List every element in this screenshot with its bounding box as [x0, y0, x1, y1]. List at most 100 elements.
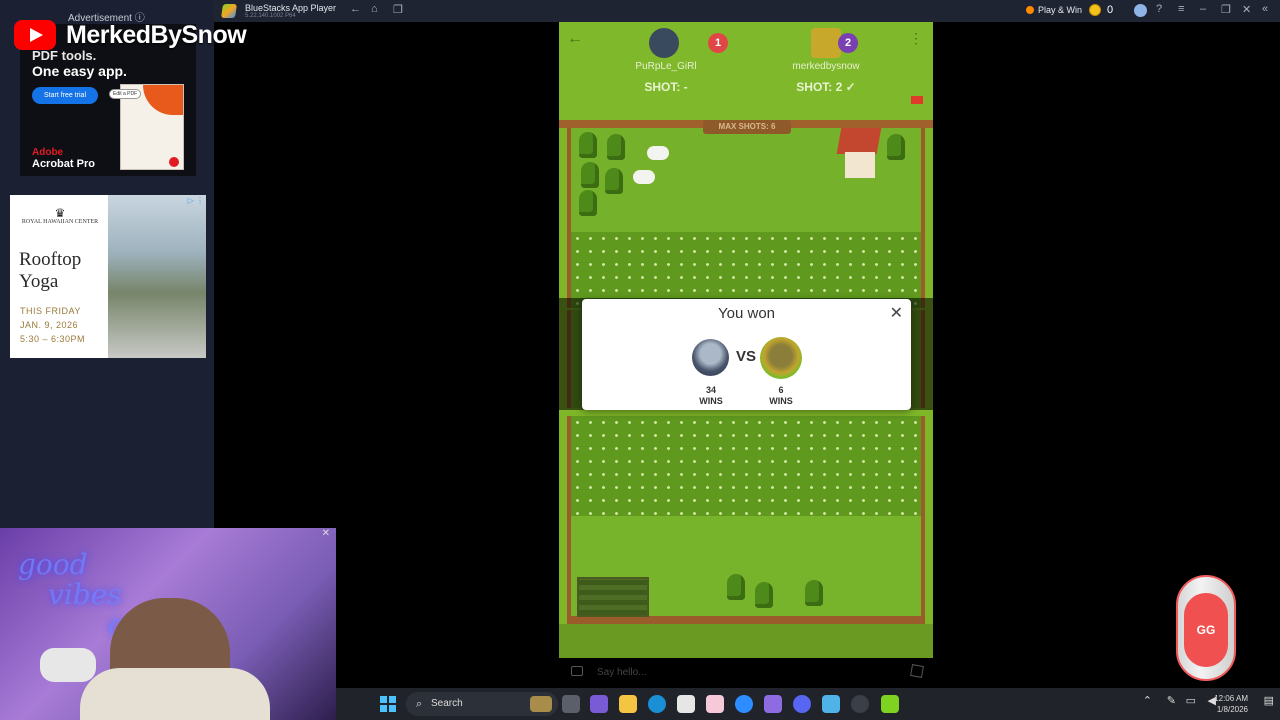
bluestacks-icon: [221, 4, 237, 18]
channel-name: MerkedBySnow: [66, 20, 247, 49]
player2-name: merkedbysnow: [792, 61, 860, 72]
acrobat-pro-label: Acrobat Pro: [32, 158, 95, 170]
tree: [887, 134, 905, 160]
yoga-photo: [108, 195, 206, 358]
player1-shot: SHOT: -: [644, 80, 688, 94]
close-icon[interactable]: ✕: [322, 528, 330, 539]
player1-name: PuRpLe_GiRl: [635, 61, 697, 72]
restore-icon[interactable]: ❐: [1221, 3, 1231, 16]
tree: [805, 580, 823, 606]
app-icon[interactable]: [706, 695, 724, 713]
sheep: [633, 170, 655, 184]
windmill-house: [836, 128, 882, 180]
adobe-label: Adobe: [32, 147, 64, 158]
tree: [581, 162, 599, 188]
teams-icon[interactable]: [590, 695, 608, 713]
player2-avatar: [811, 28, 841, 58]
crop-field-bottom: [567, 416, 925, 516]
player2-result-avatar: [760, 337, 802, 379]
back-icon[interactable]: ←: [350, 3, 361, 15]
store-icon[interactable]: [677, 695, 695, 713]
yoga-date: THIS FRIDAY JAN. 9, 2026 5:30 – 6:30PM: [20, 306, 86, 344]
player1-badge: 1: [708, 33, 728, 53]
tree: [579, 190, 597, 216]
close-window-icon[interactable]: ✕: [1242, 3, 1251, 16]
bluestacks-taskbar-icon[interactable]: [881, 695, 899, 713]
tile-grid: [577, 577, 649, 617]
start-free-trial-button[interactable]: Start free trial: [32, 87, 98, 104]
tree: [605, 168, 623, 194]
adchoices-icon[interactable]: ▷ ⋮: [188, 196, 204, 205]
vs-label: VS: [736, 348, 757, 365]
yoga-ad[interactable]: ♛ ROYAL HAWAIIAN CENTER Rooftop Yoga THI…: [10, 195, 206, 358]
discord-icon[interactable]: [793, 695, 811, 713]
acrobat-headline: PDF tools. One easy app.: [32, 48, 127, 79]
search-icon: ⌕: [416, 698, 423, 710]
chat-input[interactable]: Say hello...: [597, 667, 646, 678]
profile-avatar[interactable]: [1134, 4, 1147, 17]
left-ad-panel: Advertisement ⓘ PDF tools. One easy app.…: [0, 0, 214, 528]
result-title: You won: [718, 305, 775, 322]
close-icon[interactable]: ✕: [890, 303, 903, 323]
player1-wins: 34 WINS: [699, 385, 723, 406]
notepad-icon[interactable]: [822, 695, 840, 713]
notifications-icon[interactable]: ▤: [1264, 694, 1274, 707]
play-win-button[interactable]: Play & Win: [1026, 5, 1082, 15]
chat-icon[interactable]: [571, 666, 583, 676]
recent-apps-icon[interactable]: ❐: [393, 3, 403, 16]
show-hidden-icons-icon[interactable]: ⌃: [1143, 694, 1152, 707]
home-icon[interactable]: ⌂: [371, 3, 378, 15]
flag-icon: [911, 96, 923, 104]
more-options-icon[interactable]: ⋮: [909, 30, 923, 47]
file-explorer-icon[interactable]: [619, 695, 637, 713]
edit-pdf-label: Edit a PDF: [109, 89, 142, 99]
app-name: BlueStacks App Player: [245, 3, 337, 13]
settings-icon[interactable]: [764, 695, 782, 713]
windows-taskbar: ⌕ Search ⌃ ✎ ▭ ◀ 12:06 AM 1/8/2026 ▤: [336, 688, 1280, 720]
bluetooth-icon[interactable]: ✎: [1167, 694, 1176, 707]
royal-hawaiian-logo: ♛ ROYAL HAWAIIAN CENTER: [21, 206, 99, 225]
streamer-shirt: [80, 668, 270, 720]
tree: [579, 132, 597, 158]
taskbar-search[interactable]: ⌕ Search: [406, 692, 558, 716]
player2-wins: 6 WINS: [769, 385, 793, 406]
pdf-document-image: Edit a PDF: [109, 84, 184, 170]
search-highlight-icon: [530, 696, 552, 712]
channel-tag: MerkedBySnow: [14, 20, 247, 50]
chat-bar[interactable]: Say hello...: [559, 658, 933, 688]
yoga-title: Rooftop Yoga: [19, 249, 82, 292]
sticker-icon[interactable]: [910, 664, 924, 678]
tree: [727, 574, 745, 600]
player1-result-avatar: [692, 339, 729, 376]
clock[interactable]: 12:06 AM 1/8/2026: [1214, 693, 1248, 715]
screen: Advertisement ⓘ PDF tools. One easy app.…: [0, 0, 1280, 720]
app-version: 5.22.140.1002 P64: [245, 13, 296, 19]
webcam-feed: good vibes on ✕: [0, 528, 336, 720]
help-icon[interactable]: ?: [1156, 3, 1162, 15]
coin-counter[interactable]: 0: [1089, 4, 1113, 16]
max-shots-label: MAX SHOTS: 6: [703, 120, 791, 134]
player2-shot: SHOT: 2 ✓: [796, 80, 856, 94]
edge-icon[interactable]: [648, 695, 666, 713]
player2-badge: 2: [838, 33, 858, 53]
tree: [755, 582, 773, 608]
youtube-icon: [14, 20, 56, 50]
microphone: [40, 648, 96, 682]
gg-sticker: GG: [1176, 575, 1236, 681]
crop-field-top: [567, 232, 925, 308]
tree: [607, 134, 625, 160]
sidebar-toggle-icon[interactable]: «: [1262, 3, 1268, 15]
copilot-icon[interactable]: [735, 695, 753, 713]
back-arrow-icon[interactable]: ←: [567, 30, 583, 48]
sheep: [647, 146, 669, 160]
player1-avatar: [649, 28, 679, 58]
result-dialog: You won ✕ VS 34 WINS 6 WINS: [582, 299, 911, 410]
play-win-icon: [1026, 6, 1034, 14]
task-view-icon[interactable]: [562, 695, 580, 713]
windows-start-icon[interactable]: [380, 696, 396, 712]
obs-icon[interactable]: [851, 695, 869, 713]
bluestacks-titlebar: BlueStacks App Player 5.22.140.1002 P64 …: [214, 0, 1280, 22]
minimize-icon[interactable]: –: [1200, 3, 1206, 15]
network-icon[interactable]: ▭: [1186, 694, 1196, 707]
menu-icon[interactable]: ≡: [1178, 3, 1184, 15]
